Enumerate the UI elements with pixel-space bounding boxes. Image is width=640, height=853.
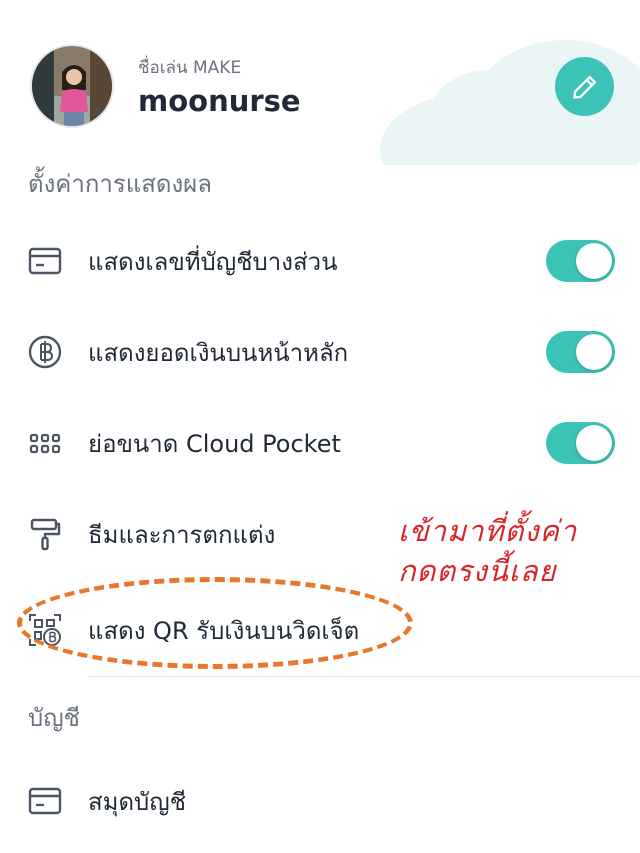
account-row-passbook[interactable]: สมุดบัญชี: [0, 766, 640, 836]
nickname-label: ชื่อเล่น MAKE: [138, 58, 242, 78]
cloud-decoration: [430, 70, 550, 160]
setting-row-balance[interactable]: แสดงยอดเงินบนหน้าหลัก: [0, 317, 640, 387]
account-item-label: สมุดบัญชี: [88, 787, 187, 816]
setting-label: แสดง QR รับเงินบนวิดเจ็ต: [88, 616, 360, 645]
annotation-text-line2: กดตรงนี้เลย: [398, 554, 557, 588]
section-title-account: บัญชี: [28, 704, 80, 732]
pencil-icon: [572, 75, 596, 99]
setting-label: ย่อขนาด Cloud Pocket: [88, 429, 341, 458]
edit-profile-button[interactable]: [555, 57, 614, 116]
profile-header: ชื่อเล่น MAKE moonurse: [0, 0, 640, 165]
toggle-cloud-pocket[interactable]: [546, 422, 615, 464]
card-icon: [26, 242, 64, 280]
qr-baht-icon: [26, 611, 64, 649]
section-title-display: ตั้งค่าการแสดงผล: [28, 170, 212, 198]
grid-dots-icon: [26, 424, 64, 462]
paint-roller-icon: [26, 515, 64, 553]
setting-label: แสดงยอดเงินบนหน้าหลัก: [88, 338, 349, 367]
card-icon: [26, 782, 64, 820]
setting-row-account-number[interactable]: แสดงเลขที่บัญชีบางส่วน: [0, 226, 640, 296]
setting-row-qr-receive[interactable]: แสดง QR รับเงินบนวิดเจ็ต: [0, 595, 640, 665]
toggle-balance[interactable]: [546, 331, 615, 373]
setting-row-cloud-pocket[interactable]: ย่อขนาด Cloud Pocket: [0, 408, 640, 478]
username: moonurse: [138, 84, 301, 118]
divider: [88, 676, 640, 677]
avatar[interactable]: [30, 44, 114, 128]
baht-coin-icon: [26, 333, 64, 371]
toggle-account-number[interactable]: [546, 240, 615, 282]
setting-label: ธีมและการตกแต่ง: [88, 520, 276, 549]
setting-label: แสดงเลขที่บัญชีบางส่วน: [88, 247, 338, 276]
